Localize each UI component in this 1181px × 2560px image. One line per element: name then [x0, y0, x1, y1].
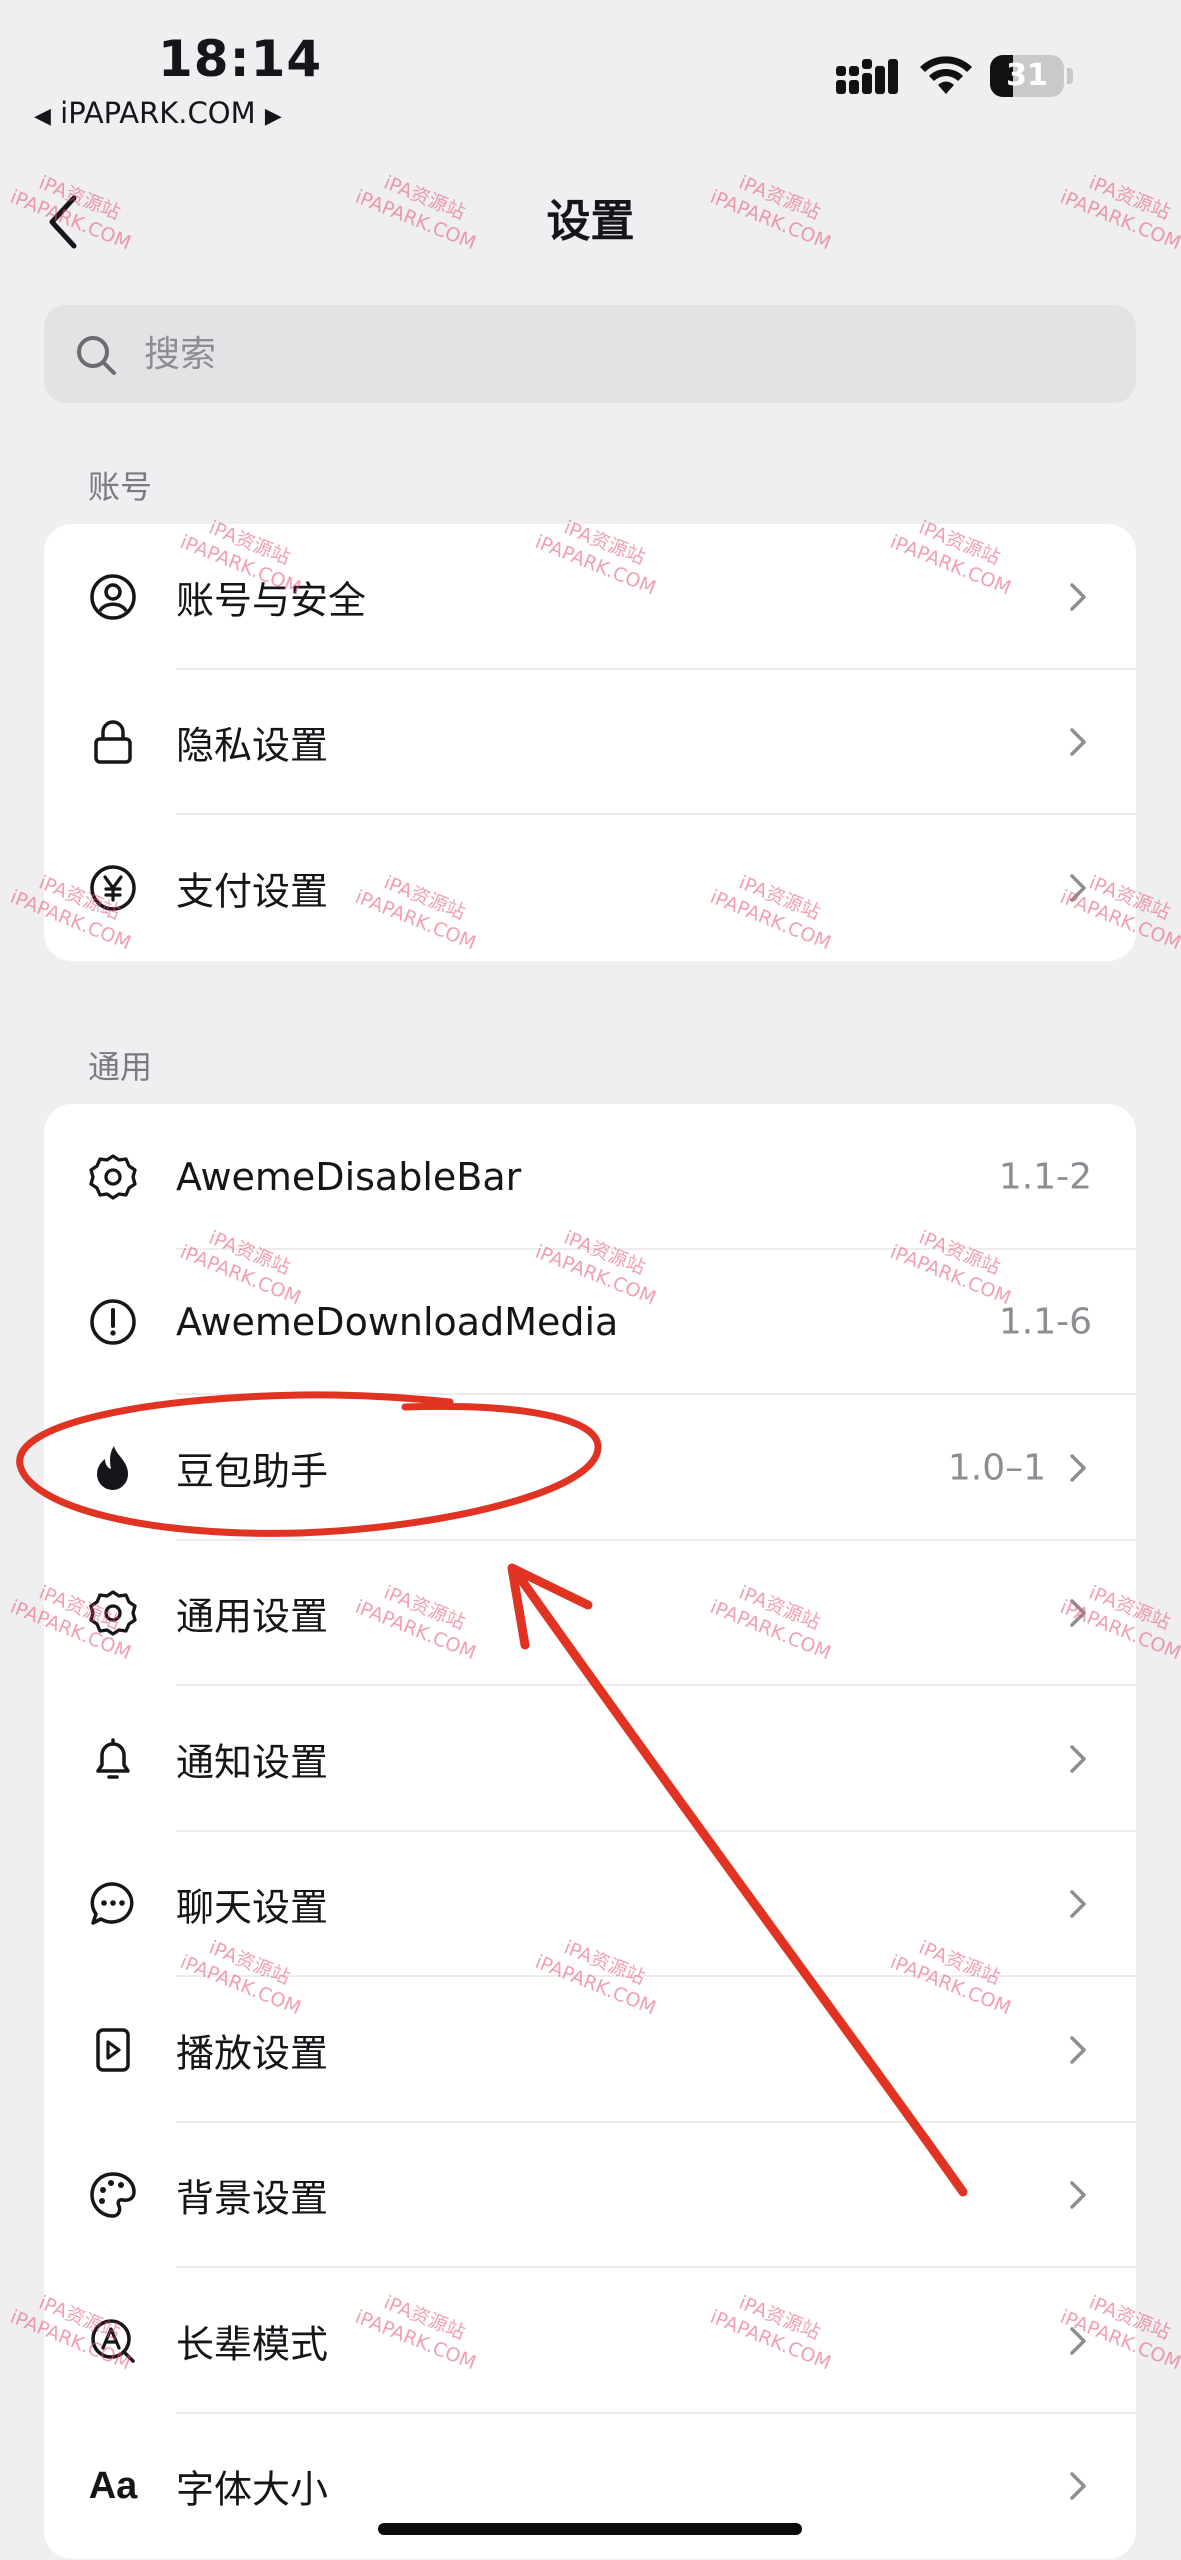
chevron-right-icon	[1070, 1454, 1086, 1482]
chevron-right-icon	[1070, 583, 1086, 611]
row-label: 豆包助手	[176, 1449, 329, 1494]
section-label-general: 通用	[88, 1048, 153, 1086]
row-label: 播放设置	[176, 2031, 329, 2076]
lock-icon	[88, 717, 138, 767]
page-title: 设置	[546, 196, 635, 247]
version-value: 1.0–1	[947, 1447, 1046, 1489]
row-label: 背景设置	[176, 2176, 329, 2221]
settings-row-general[interactable]: 通用设置	[44, 1541, 1136, 1686]
battery-percent: 31	[1006, 58, 1048, 93]
chevron-right-icon	[1070, 1599, 1086, 1627]
row-label: 聊天设置	[176, 1885, 329, 1930]
wifi-icon	[920, 56, 972, 94]
row-label: AwemeDisableBar	[176, 1154, 522, 1199]
settings-row-font-size[interactable]: Aa 字体大小	[44, 2414, 1136, 2560]
account-settings-card: 账号与安全 隐私设置 支付设置	[44, 524, 1136, 961]
settings-row-account-security[interactable]: 账号与安全	[44, 524, 1136, 670]
carrier-back-link[interactable]: ◀ iPAPARK.COM ▶	[34, 96, 282, 130]
settings-row-elder-mode[interactable]: 长辈模式	[44, 2268, 1136, 2414]
search-bar[interactable]	[44, 305, 1136, 403]
chevron-right-icon	[1070, 1890, 1086, 1918]
chevron-right-icon	[1070, 874, 1086, 902]
row-label: 通知设置	[176, 1740, 329, 1785]
section-label-account: 账号	[88, 468, 153, 506]
version-value: 1.1-6	[998, 1301, 1092, 1343]
elder-mode-icon	[88, 2316, 138, 2366]
carrier-label: iPAPARK.COM	[60, 96, 256, 130]
chat-bubble-icon	[88, 1879, 138, 1929]
chevron-right-icon	[1070, 2036, 1086, 2064]
search-input[interactable]	[144, 305, 1104, 403]
row-label: 字体大小	[176, 2467, 329, 2512]
settings-row-chat[interactable]: 聊天设置	[44, 1832, 1136, 1977]
chevron-right-icon	[1070, 2472, 1086, 2500]
settings-row-playback[interactable]: 播放设置	[44, 1977, 1136, 2123]
chevron-right-icon	[1070, 728, 1086, 756]
settings-row-awemedisablebar[interactable]: AwemeDisableBar 1.1-2	[44, 1104, 1136, 1250]
gear-icon	[88, 1588, 138, 1638]
flame-icon	[88, 1443, 138, 1493]
settings-row-doubao-assistant[interactable]: 豆包助手 1.0–1	[44, 1395, 1136, 1541]
gear-icon	[88, 1152, 138, 1202]
row-label: 支付设置	[176, 869, 329, 914]
row-label: 隐私设置	[176, 723, 329, 768]
play-square-icon	[88, 2025, 138, 2075]
version-value: 1.1-2	[998, 1156, 1092, 1198]
home-indicator[interactable]	[378, 2523, 802, 2535]
chevron-right-icon	[1070, 1745, 1086, 1773]
status-bar: 18:14 ◀ iPAPARK.COM ▶ 31	[0, 0, 1181, 150]
row-label: 账号与安全	[176, 578, 367, 623]
chevron-right-icon	[1070, 2327, 1086, 2355]
palette-icon	[88, 2170, 138, 2220]
yen-circle-icon	[88, 863, 138, 913]
settings-row-notifications[interactable]: 通知设置	[44, 1686, 1136, 1832]
search-icon	[77, 336, 116, 375]
alert-circle-icon	[88, 1297, 138, 1347]
battery-icon: 31	[990, 55, 1074, 97]
settings-row-privacy[interactable]: 隐私设置	[44, 670, 1136, 815]
cellular-signal-icon	[836, 59, 898, 94]
status-time: 18:14	[158, 30, 323, 88]
bell-icon	[88, 1734, 138, 1784]
chevron-right-icon	[1070, 2181, 1086, 2209]
row-label: 长辈模式	[176, 2322, 329, 2367]
general-settings-card: AwemeDisableBar 1.1-2 AwemeDownloadMedia…	[44, 1104, 1136, 2559]
row-label: AwemeDownloadMedia	[176, 1300, 619, 1345]
user-circle-icon	[88, 572, 138, 622]
row-label: 通用设置	[176, 1594, 329, 1639]
settings-row-awemedownloadmedia[interactable]: AwemeDownloadMedia 1.1-6	[44, 1250, 1136, 1395]
carrier-left-arrow-icon: ◀	[34, 104, 51, 129]
font-size-icon: Aa	[88, 2464, 138, 2507]
settings-row-background[interactable]: 背景设置	[44, 2123, 1136, 2268]
carrier-right-arrow-icon: ▶	[264, 104, 282, 129]
settings-row-payment[interactable]: 支付设置	[44, 815, 1136, 961]
